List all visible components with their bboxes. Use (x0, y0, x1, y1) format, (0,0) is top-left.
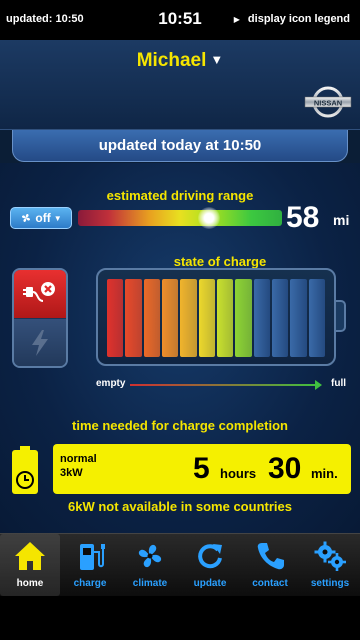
charge-hours-unit: hours (220, 466, 257, 481)
svg-text:NISSAN: NISSAN (314, 99, 342, 108)
battery-cell-filled (216, 279, 234, 357)
home-icon (15, 542, 45, 570)
charge-minutes-unit: min. (311, 466, 338, 481)
charge-mode-name: normal (60, 453, 97, 465)
tab-home-label: home (16, 578, 44, 589)
battery-terminal (336, 300, 346, 332)
nissan-logo: NISSAN (304, 86, 352, 118)
full-label: full (331, 378, 346, 389)
tab-update[interactable]: update (180, 534, 240, 596)
tab-settings[interactable]: settings (300, 534, 360, 596)
battery-cell-filled (198, 279, 215, 357)
legend-link[interactable]: ▶ display icon legend (234, 13, 350, 25)
gears-icon (314, 541, 346, 571)
triangle-right-icon: ▶ (233, 14, 240, 24)
battery-cell-filled (107, 279, 124, 357)
charging-indicator (14, 319, 66, 366)
refresh-icon (198, 544, 222, 569)
availability-note: 6kW not available in some countries (68, 499, 292, 514)
tab-climate[interactable]: climate (120, 534, 180, 596)
tab-settings-label: settings (310, 578, 350, 589)
fan-icon (22, 214, 31, 222)
charge-scale: empty full (96, 378, 348, 392)
battery-cell-filled (180, 279, 197, 357)
battery-cell-filled (143, 279, 160, 357)
state-of-charge-label: state of charge (173, 254, 267, 269)
climate-toggle-label: off (35, 211, 51, 225)
unplugged-indicator (14, 270, 66, 318)
battery-cell-empty (271, 279, 289, 357)
range-value: 58 (286, 201, 320, 234)
battery-gauge (96, 268, 336, 366)
battery-cell-filled (161, 279, 179, 357)
lightning-icon (32, 329, 48, 356)
fan-icon (138, 544, 162, 568)
tab-update-label: update (193, 578, 227, 589)
battery-cell-filled (235, 279, 252, 357)
tab-charge-label: charge (73, 578, 107, 589)
charge-hours-value: 5 (193, 452, 210, 485)
charge-time-label: time needed for charge completion (72, 418, 288, 433)
plug-status-panel (12, 268, 68, 368)
caret-down-icon: ▼ (210, 52, 224, 67)
caret-down-icon: ▼ (53, 213, 62, 223)
range-indicator (197, 207, 220, 229)
climate-toggle-button[interactable]: off ▼ (10, 207, 72, 229)
tab-contact[interactable]: contact (240, 534, 300, 596)
legend-link-label: display icon legend (247, 13, 350, 25)
battery-cell-empty (308, 279, 325, 357)
empty-label: empty (96, 378, 126, 389)
charge-icon (80, 544, 105, 570)
tab-charge[interactable]: charge (60, 534, 120, 596)
bottom-bar (0, 596, 360, 640)
battery-cell-empty (253, 279, 270, 357)
tab-climate-label: climate (132, 578, 168, 589)
tab-bar: home charge climate update contact setti… (0, 533, 360, 596)
range-gauge (78, 210, 282, 226)
charge-minutes-value: 30 (268, 452, 302, 485)
charge-mode-power: 3kW (60, 467, 83, 479)
phone-icon (257, 543, 284, 570)
tab-home[interactable]: home (0, 534, 60, 596)
status-bar: updated: 10:50 10:51 ▶ display icon lege… (0, 0, 360, 40)
tab-contact-label: contact (252, 578, 288, 589)
range-unit: mi (333, 212, 350, 228)
user-name: Michael (136, 50, 207, 71)
updated-banner: updated today at 10:50 (12, 130, 348, 162)
charge-time-box[interactable]: normal 3kW 5 hours 30 min. (53, 444, 351, 494)
arrow-right-icon (315, 380, 322, 390)
user-selector[interactable]: Michael ▼ (0, 50, 360, 72)
charge-mode: normal 3kW (60, 452, 97, 480)
battery-cell-filled (125, 279, 142, 357)
battery-clock-icon (12, 446, 38, 494)
battery-cell-empty (290, 279, 307, 357)
scale-arrow (130, 384, 318, 386)
unplugged-icon (23, 282, 55, 302)
